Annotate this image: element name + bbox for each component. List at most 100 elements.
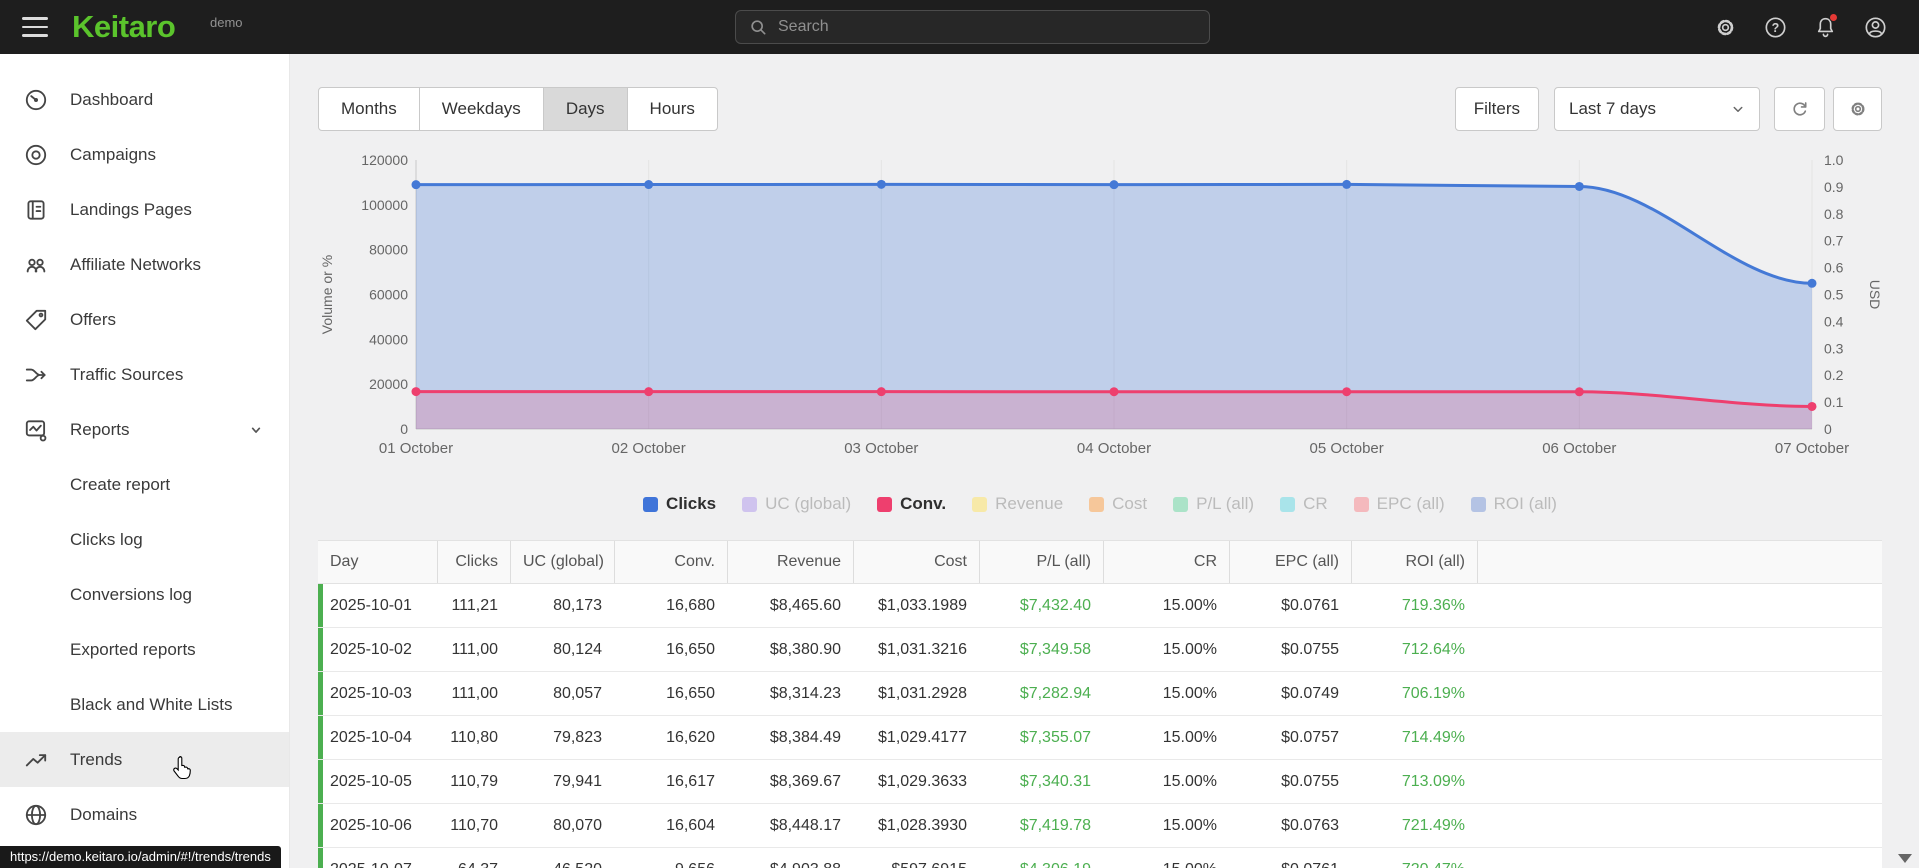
sidebar-item-label: Campaigns [70,144,156,164]
cell-epc-all: $0.0755 [1281,773,1339,790]
cell-cr: 15.00% [1162,773,1217,790]
cell-filler [1477,760,1882,803]
svg-text:0.8: 0.8 [1824,206,1844,222]
sidebar-item-label: Black and White Lists [70,694,233,714]
legend-conv[interactable]: Conv. [877,494,946,514]
cell-filler [1477,628,1882,671]
filters-button[interactable]: Filters [1454,87,1539,131]
tab-days[interactable]: Days [542,87,628,131]
legend-uc-global[interactable]: UC (global) [742,494,851,514]
cell-roi-all: 713.09% [1401,773,1465,790]
row-accent-bar [318,804,323,847]
legend-cr[interactable]: CR [1280,494,1328,514]
sidebar-item-landings-pages[interactable]: Landings Pages [0,182,289,237]
cell-revenue: $8,380.90 [769,641,841,658]
user-menu-icon[interactable] [1861,13,1889,41]
chevron-down-icon [246,420,266,440]
table-row: 2025-10-03 111,00 80,057 16,650 $8,314.23 $1,… [318,672,1882,716]
legend-swatch [1353,496,1369,512]
row-accent-bar [318,584,323,627]
tab-weekdays[interactable]: Weekdays [418,87,544,131]
cell-day: 2025-10-06 [330,817,412,834]
cell-filler [1477,804,1882,847]
col-uc-global: UC (global) [510,541,614,583]
sidebar-item-domains[interactable]: Domains [0,787,289,842]
legend-p-l-all[interactable]: P/L (all) [1173,494,1254,514]
table-row: 2025-10-02 111,00 80,124 16,650 $8,380.90 $1,… [318,628,1882,672]
cell-cost: $1,031.2928 [878,685,967,702]
legend-label: EPC (all) [1376,494,1445,513]
legend-revenue[interactable]: Revenue [972,494,1063,514]
sidebar-item-label: Exported reports [70,639,196,659]
row-accent-bar [318,760,323,803]
legend-roi-all[interactable]: ROI (all) [1470,494,1557,514]
sidebar-item-affiliate-networks[interactable]: Affiliate Networks [0,237,289,292]
sidebar-item-campaigns[interactable]: Campaigns [0,127,289,182]
svg-text:0: 0 [1824,421,1832,437]
col-cost: Cost [853,541,979,583]
cell-cost: $597.6915 [853,848,979,868]
topbar-icons: ? [1711,13,1889,41]
refresh-button[interactable] [1774,87,1825,131]
cell-p-l-all: $7,349.58 [1019,641,1091,658]
chart-settings-button[interactable] [1833,87,1882,131]
legend-swatch [1089,496,1105,512]
cell-revenue: $8,448.17 [769,817,841,834]
legend-cost[interactable]: Cost [1089,494,1147,514]
svg-text:60000: 60000 [369,287,408,303]
sidebar-item-trends[interactable]: Trends [0,732,289,787]
cell-clicks: 110,70 [450,817,498,834]
sidebar-item-label: Clicks log [70,529,143,549]
legend-label: Conv. [900,494,947,513]
sidebar-item-label: Dashboard [70,89,154,109]
sidebar-item-exported-reports[interactable]: Exported reports [0,622,289,677]
cell-cost: $1,033.1989 [878,597,967,614]
cell-revenue: $4,903.88 [727,848,853,868]
sidebar-item-offers[interactable]: Offers [0,292,289,347]
cell-cr: 15.00% [1162,685,1217,702]
row-accent-bar [318,672,323,715]
tab-hours[interactable]: Hours [626,87,718,131]
cell-p-l-all: $7,340.31 [1019,773,1091,790]
sidebar-item-traffic-sources[interactable]: Traffic Sources [0,347,289,402]
global-search[interactable] [735,10,1210,44]
sidebar-item-black-and-white-lists[interactable]: Black and White Lists [0,677,289,732]
col-revenue: Revenue [727,541,853,583]
scroll-down-arrow[interactable] [1898,854,1912,863]
cell-p-l-all: $7,432.40 [1019,597,1091,614]
legend-epc-all[interactable]: EPC (all) [1353,494,1445,514]
cell-clicks: 110,79 [450,773,498,790]
legend-swatch [972,496,988,512]
cell-cost: $1,031.3216 [878,641,967,658]
cell-roi-all: 714.49% [1401,729,1465,746]
help-icon[interactable]: ? [1761,13,1789,41]
legend-clicks[interactable]: Clicks [643,494,716,514]
cell-epc-all: $0.0749 [1281,685,1339,702]
col-epc-all: EPC (all) [1229,541,1351,583]
row-accent-bar [318,628,323,671]
table-row: 2025-10-05 110,79 79,941 16,617 $8,369.67 $1,… [318,760,1882,804]
cell-day: 2025-10-04 [330,729,412,746]
cell-conv: 16,620 [666,729,715,746]
sidebar-item-dashboard[interactable]: Dashboard [0,72,289,127]
date-range-select[interactable]: Last 7 days [1554,87,1760,131]
tab-months[interactable]: Months [318,87,420,131]
cell-filler [1477,848,1882,868]
cell-cr: 15.00% [1162,597,1217,614]
sidebar-item-conversions-log[interactable]: Conversions log [0,567,289,622]
sidebar-item-label: Domains [70,804,138,824]
svg-text:04 October: 04 October [1077,440,1151,457]
cell-clicks: 64,37 [437,848,510,868]
sidebar-item-reports[interactable]: Reports [0,402,289,457]
globe-icon [23,802,49,828]
settings-gear-icon[interactable] [1711,13,1739,41]
sidebar-item-clicks-log[interactable]: Clicks log [0,512,289,567]
notifications-bell-icon[interactable] [1811,13,1839,41]
cell-epc-all: $0.0761 [1281,597,1339,614]
sidebar-item-label: Landings Pages [70,199,192,219]
row-accent-bar [318,716,323,759]
sidebar-item-create-report[interactable]: Create report [0,457,289,512]
search-input[interactable] [778,18,1197,36]
legend-label: P/L (all) [1196,494,1255,513]
menu-toggle-button[interactable] [22,17,48,37]
